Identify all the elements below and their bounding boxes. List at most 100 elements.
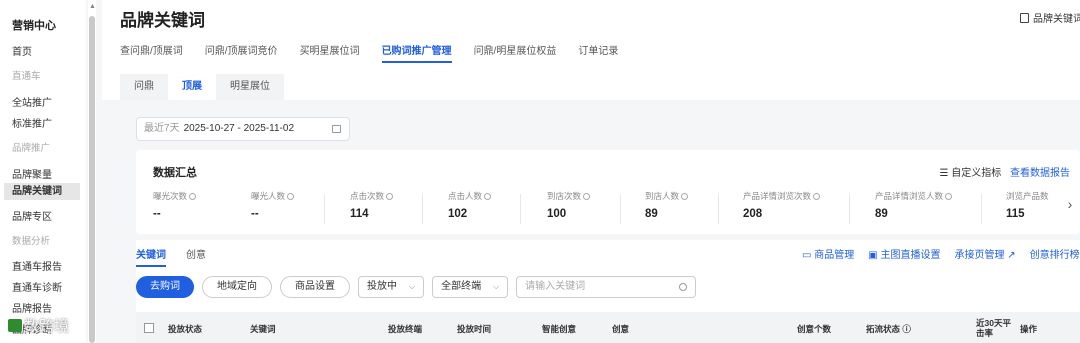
keyword-section: 关键词 创意 ▭ 商品管理 ▣ 主图直播设置 承接页管理 ↗ 创意排行榜 去购词…	[136, 240, 1080, 343]
metric-label: 点击人数	[448, 191, 483, 201]
watermark: 数跨境	[8, 315, 69, 336]
product-management-link[interactable]: ▭ 商品管理	[802, 246, 854, 261]
metric-detail-views: 产品详情浏览次数 208	[743, 190, 821, 220]
watermark-text: 数跨境	[24, 318, 70, 335]
sidebar-group-ztc: 直通车	[12, 71, 41, 82]
status-select[interactable]: 投放中 ⌵	[358, 276, 425, 298]
col-status: 投放状态	[168, 324, 203, 334]
metric-label: 产品详情浏览次数	[743, 191, 812, 201]
tab-star-position-rights[interactable]: 问鼎/明星展位权益	[474, 42, 557, 63]
buy-keywords-button[interactable]: 去购词	[136, 276, 194, 298]
help-icon[interactable]	[813, 193, 821, 200]
sidebar-group-analysis: 数据分析	[12, 236, 51, 247]
tab-creatives[interactable]: 创意	[186, 246, 206, 267]
col-creative: 创意	[612, 324, 630, 334]
sub-tabs: 问鼎 顶展 明星展位	[120, 74, 284, 100]
metric-value: 208	[743, 208, 763, 220]
product-settings-button[interactable]: 商品设置	[280, 276, 350, 298]
date-range-picker[interactable]: 最近7天 2025-10-27 - 2025-11-02	[136, 117, 350, 141]
sidebar-item-standard[interactable]: 标准推广	[12, 115, 52, 130]
tab-search-keywords[interactable]: 查问鼎/顶展词	[120, 42, 183, 63]
image-icon: ▣	[868, 250, 881, 261]
brand-keyword-link-label: 品牌关键词	[1033, 14, 1080, 25]
sidebar-item-home[interactable]: 首页	[12, 43, 32, 58]
select-all-checkbox[interactable]	[144, 323, 154, 333]
live-settings-link[interactable]: ▣ 主图直播设置	[868, 246, 940, 261]
metric-products-viewed: 浏览产品数 115	[1006, 190, 1049, 220]
sidebar-item-full-site[interactable]: 全站推广	[12, 94, 52, 109]
table-header: 投放状态 关键词 投放终端 投放时间 智能创意 创意 创意个数 拓流状态 ⓘ 近…	[136, 312, 1080, 343]
sidebar: 营销中心 首页 直通车 全站推广 标准推广 品牌推广 品牌聚量 品牌关键词 品牌…	[0, 0, 86, 343]
col-actions: 操作	[1020, 324, 1038, 334]
col-terminal: 投放终端	[388, 324, 423, 334]
live-settings-label: 主图直播设置	[880, 250, 941, 261]
sidebar-item-brand-report[interactable]: 品牌报告	[12, 300, 52, 315]
subtab-dingzhan[interactable]: 顶展	[168, 74, 216, 100]
sidebar-item-brand-keyword[interactable]: 品牌关键词	[4, 183, 80, 200]
region-targeting-button[interactable]: 地域定向	[202, 276, 272, 298]
landing-page-link[interactable]: 承接页管理 ↗	[954, 246, 1015, 261]
sidebar-item-ztc-report[interactable]: 直通车报告	[12, 258, 62, 273]
col-ctr-30d: 近30天平击率	[976, 318, 1011, 338]
chevron-down-icon: ⌵	[493, 282, 500, 291]
metric-value: --	[251, 208, 259, 220]
tab-buy-star-words[interactable]: 买明星展位词	[300, 42, 360, 63]
tab-order-records[interactable]: 订单记录	[578, 42, 618, 63]
sidebar-item-brand-zone[interactable]: 品牌专区	[12, 208, 52, 223]
help-icon[interactable]	[945, 193, 953, 200]
help-icon[interactable]	[386, 193, 394, 200]
help-icon[interactable]: ⓘ	[900, 324, 911, 334]
keyword-controls: 去购词 地域定向 商品设置 投放中 ⌵ 全部终端 ⌵ 请输入关键词	[136, 276, 697, 298]
divider	[324, 194, 325, 224]
custom-metrics-button[interactable]: ☰ 自定义指标	[939, 168, 1001, 179]
data-summary-card: 数据汇总 ☰ 自定义指标 查看数据报告 曝光次数 -- 曝光人数 -- 点击次数…	[136, 150, 1080, 234]
scroll-up-arrow-icon[interactable]: ▲	[89, 3, 96, 10]
sidebar-scrollbar-thumb[interactable]	[89, 16, 95, 343]
col-expansion-status-label: 拓流状态	[866, 324, 901, 334]
page-title: 品牌关键词	[120, 11, 205, 30]
custom-metrics-label: 自定义指标	[951, 168, 1002, 179]
divider	[849, 194, 850, 224]
calendar-icon	[332, 125, 341, 133]
keyword-search-input[interactable]: 请输入关键词	[516, 276, 697, 298]
tab-keywords[interactable]: 关键词	[136, 246, 166, 267]
sidebar-item-brand-gather[interactable]: 品牌聚量	[12, 166, 52, 181]
help-icon[interactable]	[189, 193, 197, 200]
logo-icon	[8, 319, 22, 332]
metric-value: 100	[547, 208, 567, 220]
main-content: 品牌关键词 品牌关键词 查问鼎/顶展词 问鼎/顶展词竞价 买明星展位词 已购词推…	[102, 0, 1080, 343]
view-report-link[interactable]: 查看数据报告	[1010, 168, 1070, 179]
metric-value: --	[153, 208, 161, 220]
metric-detail-viewers: 产品详情浏览人数 89	[875, 190, 953, 220]
metric-label: 到店次数	[547, 191, 582, 201]
help-icon[interactable]	[287, 193, 295, 200]
brand-keyword-link[interactable]: 品牌关键词	[1020, 10, 1080, 25]
sidebar-title: 营销中心	[12, 20, 56, 32]
search-icon	[679, 283, 688, 291]
col-creative-count: 创意个数	[797, 324, 832, 334]
creative-ranking-link[interactable]: 创意排行榜	[1030, 246, 1080, 261]
metric-value: 102	[448, 208, 468, 220]
tab-keyword-bidding[interactable]: 问鼎/顶展词竞价	[205, 42, 278, 63]
terminal-select[interactable]: 全部终端 ⌵	[432, 276, 509, 298]
divider	[520, 194, 521, 224]
subtab-star-position[interactable]: 明星展位	[216, 74, 284, 100]
summary-title: 数据汇总	[153, 167, 197, 179]
metric-value: 114	[350, 208, 369, 220]
tab-purchased-words-management[interactable]: 已购词推广管理	[381, 42, 452, 63]
list-icon: ☰	[939, 168, 952, 179]
help-icon[interactable]	[484, 193, 492, 200]
metric-label: 曝光人数	[251, 191, 286, 201]
help-icon[interactable]	[583, 193, 591, 200]
col-smart-creative: 智能创意	[542, 324, 577, 334]
sidebar-group-brand: 品牌推广	[12, 143, 51, 154]
divider	[620, 194, 621, 224]
subtab-wending[interactable]: 问鼎	[120, 74, 168, 100]
col-time: 投放时间	[457, 324, 492, 334]
sidebar-item-ztc-diagnosis[interactable]: 直通车诊断	[12, 279, 62, 294]
nav-tabs: 查问鼎/顶展词 问鼎/顶展词竞价 买明星展位词 已购词推广管理 问鼎/明星展位权…	[120, 42, 618, 63]
chevron-right-icon[interactable]: ›	[1060, 196, 1080, 220]
product-management-label: 商品管理	[814, 250, 855, 261]
help-icon[interactable]	[681, 193, 689, 200]
metric-label: 浏览产品数	[1006, 191, 1049, 201]
